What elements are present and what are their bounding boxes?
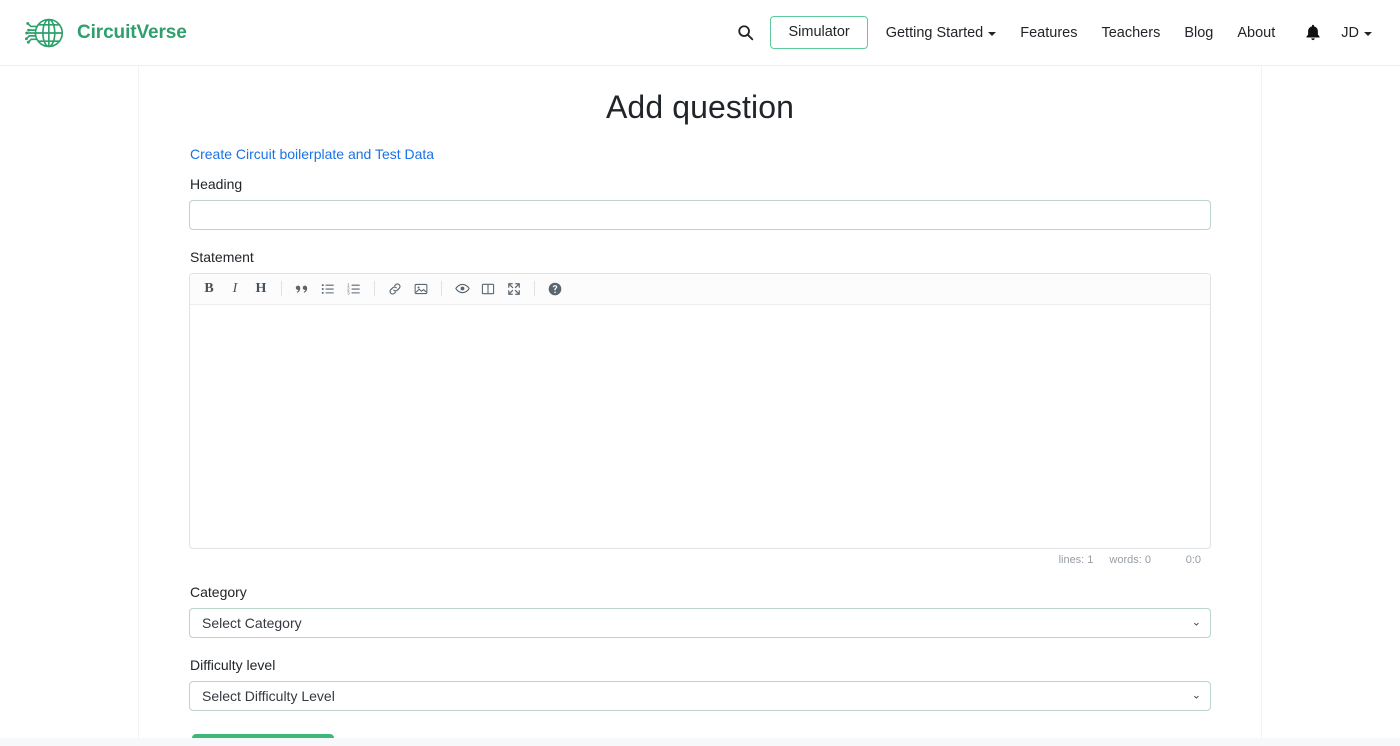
category-label: Category	[190, 584, 1211, 601]
italic-icon[interactable]: I	[222, 277, 248, 301]
chevron-down-icon	[988, 32, 996, 36]
statement-label: Statement	[190, 249, 1211, 266]
form-column: Add question Create Circuit boilerplate …	[189, 66, 1211, 746]
create-boilerplate-link[interactable]: Create Circuit boilerplate and Test Data	[190, 146, 434, 162]
difficulty-select[interactable]: Select Difficulty Level	[189, 681, 1211, 711]
preview-eye-icon[interactable]	[449, 277, 475, 301]
page-bottom-edge	[0, 738, 1400, 746]
heading-label: Heading	[190, 176, 1211, 193]
circuitverse-globe-icon	[22, 10, 68, 56]
content-container: Add question Create Circuit boilerplate …	[138, 66, 1262, 746]
category-select-wrapper: Select Category ⌄	[189, 608, 1211, 638]
heading-input[interactable]	[189, 200, 1211, 230]
status-lines: lines: 1	[1059, 554, 1094, 566]
status-cursor-position: 0:0	[1167, 554, 1201, 566]
bold-icon[interactable]: B	[196, 277, 222, 301]
fullscreen-icon[interactable]	[501, 277, 527, 301]
nav-item-about[interactable]: About	[1225, 17, 1287, 49]
link-icon[interactable]	[382, 277, 408, 301]
nav-item-getting-started[interactable]: Getting Started	[874, 17, 1009, 49]
brand-logo-link[interactable]: CircuitVerse	[22, 10, 187, 56]
help-icon[interactable]	[542, 277, 568, 301]
toolbar-divider	[374, 281, 375, 296]
ordered-list-icon[interactable]: 1 2 3	[341, 277, 367, 301]
heading-icon[interactable]: H	[248, 277, 274, 301]
nav-item-blog[interactable]: Blog	[1172, 17, 1225, 49]
editor-status-bar: lines: 1 words: 0 0:0	[189, 549, 1211, 571]
user-initials: JD	[1341, 25, 1359, 41]
page-body: Add question Create Circuit boilerplate …	[0, 66, 1400, 746]
nav-label-getting-started: Getting Started	[886, 25, 984, 41]
toolbar-divider	[281, 281, 282, 296]
svg-text:3: 3	[347, 290, 350, 295]
page-title: Add question	[189, 88, 1211, 126]
simulator-button[interactable]: Simulator	[770, 16, 867, 49]
chevron-down-icon	[1364, 32, 1372, 36]
difficulty-label: Difficulty level	[190, 657, 1211, 674]
side-by-side-icon[interactable]	[475, 277, 501, 301]
quote-icon[interactable]	[289, 277, 315, 301]
toolbar-divider	[534, 281, 535, 296]
status-words: words: 0	[1109, 554, 1151, 566]
markdown-editor: B I H	[189, 273, 1211, 549]
difficulty-select-wrapper: Select Difficulty Level ⌄	[189, 681, 1211, 711]
brand-name: CircuitVerse	[77, 22, 187, 44]
navbar-right-group: Simulator Getting Started Features Teach…	[728, 0, 1378, 65]
image-icon[interactable]	[408, 277, 434, 301]
category-select[interactable]: Select Category	[189, 608, 1211, 638]
user-menu[interactable]: JD	[1335, 17, 1378, 49]
statement-textarea[interactable]	[190, 305, 1210, 548]
search-icon[interactable]	[728, 16, 762, 50]
nav-item-teachers[interactable]: Teachers	[1089, 17, 1172, 49]
spacer	[189, 230, 1211, 249]
top-navbar: CircuitVerse Simulator Getting Started F…	[0, 0, 1400, 66]
bell-icon[interactable]	[1297, 17, 1329, 49]
editor-toolbar: B I H	[190, 274, 1210, 305]
nav-item-features[interactable]: Features	[1008, 17, 1089, 49]
unordered-list-icon[interactable]	[315, 277, 341, 301]
toolbar-divider	[441, 281, 442, 296]
